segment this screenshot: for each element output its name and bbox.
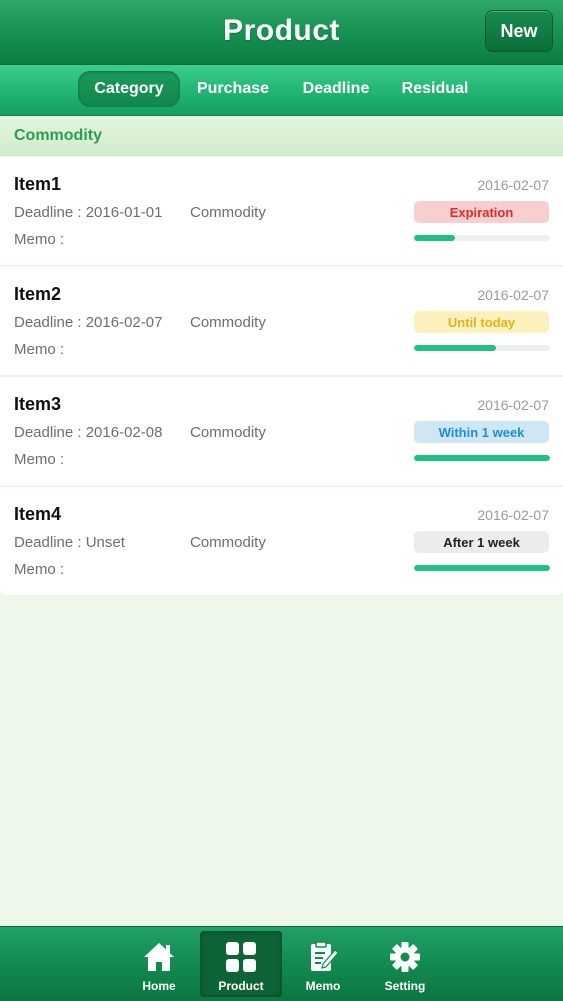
page-title: Product [223, 14, 340, 47]
progress-fill [414, 455, 550, 461]
item-category: Commodity [190, 204, 266, 221]
tabbar-label: Setting [384, 979, 426, 993]
item-deadline: Deadline : 2016-01-01 [14, 204, 163, 221]
tab-deadline[interactable]: Deadline [292, 71, 380, 107]
progress-fill [414, 345, 496, 351]
progress-bar [414, 235, 550, 241]
item-name: Item3 [14, 394, 62, 414]
item-deadline: Deadline : 2016-02-08 [14, 424, 163, 441]
tab-purchase[interactable]: Purchase [188, 71, 278, 107]
tabbar-label: Product [218, 979, 264, 993]
bottom-tab-bar: Home Product Memo Setting [0, 926, 563, 1001]
product-list: Item1 2016-02-07 Deadline : 2016-01-01 C… [0, 157, 563, 597]
filter-tabs: Category Purchase Deadline Residual [0, 65, 563, 116]
memo-icon [311, 941, 339, 971]
item-date: 2016-02-07 [477, 177, 549, 193]
progress-bar [414, 345, 550, 351]
tabbar-memo[interactable]: Memo [282, 931, 364, 997]
tabbar-label: Memo [305, 979, 341, 993]
tabbar-product[interactable]: Product [200, 931, 282, 997]
tabbar-label: Home [142, 979, 176, 993]
section-header: Commodity [0, 116, 563, 156]
item-memo: Memo : [14, 341, 65, 358]
status-badge: Until today [414, 311, 549, 333]
grid-icon [226, 942, 256, 972]
list-item[interactable]: Item1 2016-02-07 Deadline : 2016-01-01 C… [0, 157, 563, 267]
progress-bar [414, 455, 550, 461]
item-date: 2016-02-07 [477, 507, 549, 523]
tabbar-setting[interactable]: Setting [364, 931, 446, 997]
item-name: Item1 [14, 174, 62, 194]
progress-bar [414, 565, 550, 571]
item-memo: Memo : [14, 561, 65, 578]
item-date: 2016-02-07 [477, 287, 549, 303]
item-deadline: Deadline : Unset [14, 534, 125, 551]
tab-residual[interactable]: Residual [392, 71, 478, 107]
status-badge: After 1 week [414, 531, 549, 553]
home-icon [144, 943, 174, 971]
list-item[interactable]: Item4 2016-02-07 Deadline : Unset Commod… [0, 487, 563, 597]
item-category: Commodity [190, 314, 266, 331]
list-item[interactable]: Item3 2016-02-07 Deadline : 2016-02-08 C… [0, 377, 563, 487]
app-header: Product New [0, 0, 563, 65]
item-category: Commodity [190, 424, 266, 441]
status-badge: Expiration [414, 201, 549, 223]
item-date: 2016-02-07 [477, 397, 549, 413]
item-deadline: Deadline : 2016-02-07 [14, 314, 163, 331]
tabbar-home[interactable]: Home [118, 931, 200, 997]
item-name: Item4 [14, 504, 62, 524]
progress-fill [414, 235, 455, 241]
status-badge: Within 1 week [414, 421, 549, 443]
item-memo: Memo : [14, 231, 65, 248]
item-name: Item2 [14, 284, 62, 304]
gear-icon [390, 942, 420, 972]
item-memo: Memo : [14, 451, 65, 468]
item-category: Commodity [190, 534, 266, 551]
list-item[interactable]: Item2 2016-02-07 Deadline : 2016-02-07 C… [0, 267, 563, 377]
progress-fill [414, 565, 550, 571]
new-button[interactable]: New [485, 10, 553, 52]
tab-category[interactable]: Category [78, 71, 180, 107]
